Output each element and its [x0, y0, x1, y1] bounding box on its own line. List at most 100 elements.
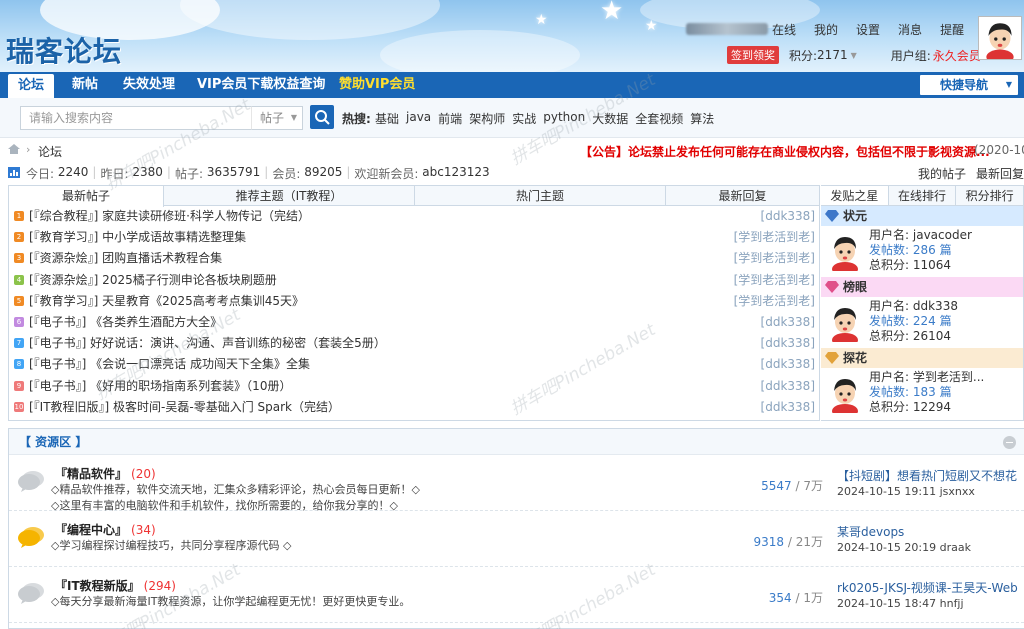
post-title[interactable]: [『资源杂烩』] 2025橘子行测申论各板块刷题册 — [29, 270, 277, 291]
post-row[interactable]: 9 [『电子书』] 《好用的职场指南系列套装》（10册） [ddk338] — [9, 376, 819, 397]
post-row[interactable]: 4 [『资源杂烩』] 2025橘子行测申论各板块刷题册 [学到老活到老] — [9, 270, 819, 291]
forum-last-post[interactable]: 某哥devops — [837, 523, 1019, 540]
rank-number-badge: 3 — [14, 253, 24, 264]
resource-title[interactable]: 【 资源区 】 — [19, 435, 87, 449]
collapse-icon[interactable] — [1003, 436, 1016, 449]
notifications-link[interactable]: 提醒 — [940, 21, 964, 38]
nav-new-posts[interactable]: 新帖 — [72, 72, 98, 98]
post-author[interactable]: [学到老活到老] — [734, 227, 815, 248]
nav-forum[interactable]: 论坛 — [8, 74, 54, 98]
quick-nav-button[interactable]: 快捷导航 ▼ — [920, 75, 1018, 95]
tab-points-rank[interactable]: 积分排行 — [956, 186, 1023, 205]
post-title[interactable]: [『电子书』] 好好说话：演讲、沟通、声音训练的秘密（套装全5册） — [29, 333, 386, 354]
newest-member[interactable]: abc123123 — [422, 165, 489, 182]
breadcrumb-current[interactable]: 论坛 — [38, 143, 62, 160]
post-author[interactable]: [ddk338] — [761, 206, 815, 227]
post-row[interactable]: 10 [『IT教程旧版』] 极客时间-吴磊-零基础入门 Spark（完结） [ddk… — [9, 397, 819, 418]
rank-posts-count[interactable]: 183 篇 — [913, 385, 952, 399]
sign-in-button[interactable]: 签到领奖 — [727, 46, 779, 64]
post-title[interactable]: [『教育学习』] 中小学成语故事精选整理集 — [29, 227, 246, 248]
forum-name[interactable]: 『精品软件』 — [55, 467, 127, 481]
hot-word[interactable]: 基础 — [375, 110, 399, 127]
hot-word[interactable]: 实战 — [512, 110, 536, 127]
forum-name[interactable]: 『IT教程新版』 — [55, 579, 140, 593]
hot-word[interactable]: java — [406, 110, 431, 127]
post-title[interactable]: [『教育学习』] 天星教育《2025高考考点集训45天》 — [29, 291, 304, 312]
group-value[interactable]: 永久会员 — [933, 47, 981, 64]
post-title[interactable]: [『IT教程旧版』] 极客时间-吴磊-零基础入门 Spark（完结） — [29, 397, 340, 418]
hot-word[interactable]: 大数据 — [592, 110, 628, 127]
post-title[interactable]: [『电子书』] 《各类养生酒配方大全》 — [29, 312, 222, 333]
nav-invalid-report[interactable]: 失效处理 — [123, 72, 175, 98]
post-row[interactable]: 3 [『资源杂烩』] 团购直播话术教程合集 [学到老活到老] — [9, 248, 819, 269]
tab-online-rank[interactable]: 在线排行 — [889, 186, 957, 205]
post-title[interactable]: [『综合教程』] 家庭共读研修班·科学人物传记（完结） — [29, 206, 310, 227]
user-avatar[interactable] — [978, 16, 1022, 65]
tab-latest-reply[interactable]: 最新回复 — [666, 186, 819, 206]
post-row[interactable]: 2 [『教育学习』] 中小学成语故事精选整理集 [学到老活到老] — [9, 227, 819, 248]
my-posts-link[interactable]: 我的帖子 — [918, 165, 966, 182]
hot-word[interactable]: 全套视频 — [635, 110, 683, 127]
tab-recommended[interactable]: 推荐主题（IT教程） — [164, 186, 415, 206]
rank-avatar[interactable] — [825, 373, 865, 418]
nav-sponsor-vip[interactable]: 赞助VIP会员 — [339, 72, 415, 98]
post-row[interactable]: 6 [『电子书』] 《各类养生酒配方大全》 [ddk338] — [9, 312, 819, 333]
forum-last-date[interactable]: 2024-10-15 19:11 jsxnxx — [837, 485, 975, 498]
rank-username[interactable]: ddk338 — [913, 299, 958, 313]
my-link[interactable]: 我的 — [814, 21, 838, 38]
hot-word[interactable]: 算法 — [690, 110, 714, 127]
announcement[interactable]: 【公告】论坛禁止发布任何可能存在商业侵权内容，包括但不限于影视资源... — [580, 143, 990, 160]
search-button[interactable] — [310, 105, 334, 129]
messages-link[interactable]: 消息 — [898, 21, 922, 38]
online-link[interactable]: 在线 — [772, 21, 796, 38]
rank-avatar[interactable] — [825, 231, 865, 276]
username-blurred[interactable] — [686, 23, 768, 35]
post-title[interactable]: [『资源杂烩』] 团购直播话术教程合集 — [29, 248, 222, 269]
home-icon[interactable] — [8, 144, 20, 154]
search-input[interactable]: 请输入搜索内容 — [20, 106, 252, 130]
post-author[interactable]: [ddk338] — [761, 354, 815, 375]
posts-label: 帖子: — [174, 167, 203, 181]
nav-vip-download-query[interactable]: VIP会员下载权益查询 — [197, 72, 325, 98]
forum-last-date[interactable]: 2024-10-15 20:19 draak — [837, 541, 971, 554]
post-title[interactable]: [『电子书』] 《会说一口漂亮话 成功闯天下全集》全集 — [29, 354, 310, 375]
post-author[interactable]: [学到老活到老] — [734, 270, 815, 291]
rank-number-badge: 2 — [14, 232, 24, 243]
points-value[interactable]: 2171 — [817, 48, 848, 62]
latest-reply-link[interactable]: 最新回复 — [976, 165, 1024, 182]
forum-last-post[interactable]: rk0205-JKSJ-视频课-王昊天-Web — [837, 579, 1019, 596]
settings-link[interactable]: 设置 — [856, 21, 880, 38]
forum-bubble-icon[interactable] — [17, 525, 45, 549]
tab-hot[interactable]: 热门主题 — [415, 186, 666, 206]
hot-word[interactable]: 前端 — [438, 110, 462, 127]
rank-username[interactable]: 学到老活到... — [913, 370, 984, 384]
rank-posts-count[interactable]: 286 篇 — [913, 243, 952, 257]
post-author[interactable]: [ddk338] — [761, 397, 815, 418]
post-title[interactable]: [『电子书』] 《好用的职场指南系列套装》（10册） — [29, 376, 291, 397]
post-author[interactable]: [学到老活到老] — [734, 291, 815, 312]
tab-latest-posts[interactable]: 最新帖子 — [9, 186, 164, 207]
forum-last-date[interactable]: 2024-10-15 18:47 hnfjj — [837, 597, 964, 610]
tab-posting-star[interactable]: 发贴之星 — [821, 186, 889, 205]
post-author[interactable]: [ddk338] — [761, 333, 815, 354]
forum-bubble-icon[interactable] — [17, 469, 45, 493]
search-type-select[interactable]: 帖子 ▼ — [251, 106, 303, 130]
site-logo[interactable]: 瑞客论坛 — [6, 30, 122, 70]
post-row[interactable]: 8 [『电子书』] 《会说一口漂亮话 成功闯天下全集》全集 [ddk338] — [9, 354, 819, 375]
post-row[interactable]: 7 [『电子书』] 好好说话：演讲、沟通、声音训练的秘密（套装全5册） [ddk33… — [9, 333, 819, 354]
hot-word[interactable]: python — [543, 110, 585, 127]
post-author[interactable]: [学到老活到老] — [734, 248, 815, 269]
cloud-decoration — [180, 0, 440, 40]
rank-posts-count[interactable]: 224 篇 — [913, 314, 952, 328]
post-row[interactable]: 5 [『教育学习』] 天星教育《2025高考考点集训45天》 [学到老活到老] — [9, 291, 819, 312]
forum-last-post[interactable]: 【抖短剧】想看热门短剧又不想花 — [837, 467, 1019, 484]
rank-avatar[interactable] — [825, 302, 865, 347]
forum-bubble-icon[interactable] — [17, 581, 45, 605]
forum-name[interactable]: 『编程中心』 — [55, 523, 127, 537]
hot-word[interactable]: 架构师 — [469, 110, 505, 127]
forum-row: 『编程中心』 (34) ◇学习编程探讨编程技巧，共同分享程序源代码 ◇ 9318 / … — [9, 511, 1024, 567]
post-author[interactable]: [ddk338] — [761, 376, 815, 397]
rank-username[interactable]: javacoder — [913, 228, 972, 242]
post-row[interactable]: 1 [『综合教程』] 家庭共读研修班·科学人物传记（完结） [ddk338] — [9, 206, 819, 227]
post-author[interactable]: [ddk338] — [761, 312, 815, 333]
